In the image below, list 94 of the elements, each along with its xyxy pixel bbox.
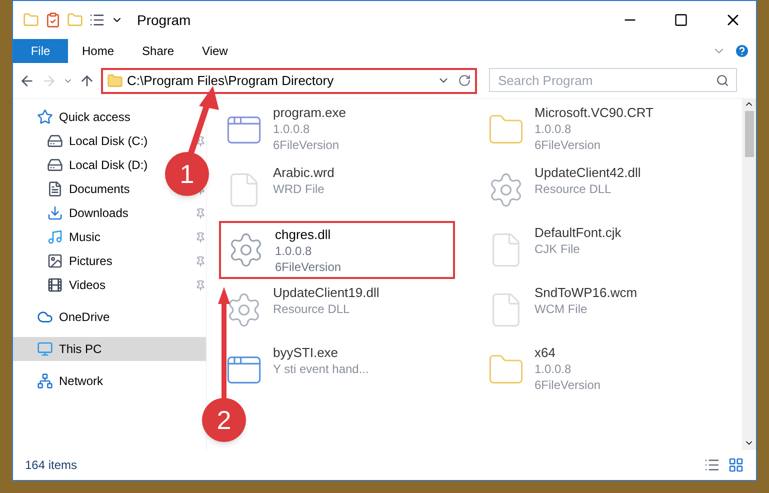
- search-field[interactable]: Search Program: [489, 68, 737, 92]
- cloud-icon: [37, 309, 53, 325]
- pin-icon: [195, 208, 206, 218]
- file-detail: 6FileVersion: [273, 137, 340, 153]
- folder-icon: [107, 72, 123, 88]
- address-bar[interactable]: C:\Program Files\Program Directory: [101, 68, 477, 94]
- file-name: DefaultFont.cjk: [534, 225, 622, 241]
- file-name: SndToWP16.wcm: [534, 285, 638, 301]
- maximize-icon[interactable]: [674, 13, 688, 27]
- nav-item[interactable]: This PC: [13, 337, 206, 361]
- nav-item[interactable]: Pictures: [13, 249, 163, 273]
- nav-label: Videos: [69, 277, 106, 294]
- file-detail: 6FileVersion: [275, 259, 342, 275]
- pin-icon: [195, 232, 206, 242]
- details-view-icon[interactable]: [704, 457, 720, 473]
- nav-item[interactable]: Network: [13, 369, 206, 393]
- music-note-icon: [47, 229, 63, 245]
- file-detail: 6FileVersion: [534, 377, 601, 393]
- nav-label: Quick access: [59, 109, 130, 126]
- file-name: chgres.dll: [275, 227, 332, 243]
- tiles-view-icon[interactable]: [728, 457, 744, 473]
- back-icon[interactable]: [19, 72, 35, 88]
- nav-label: OneDrive: [59, 309, 110, 326]
- search-icon: [716, 74, 729, 88]
- pin-icon: [195, 136, 206, 146]
- file-detail: 1.0.0.8: [534, 121, 572, 137]
- drive-icon: [47, 133, 63, 149]
- file-detail: 1.0.0.8: [273, 121, 311, 137]
- drive-icon: [47, 157, 63, 173]
- file-name: UpdateClient42.dll: [534, 165, 641, 181]
- file-item[interactable]: byySTI.exe Y sti event hand...: [219, 341, 455, 399]
- up-icon[interactable]: [79, 72, 95, 88]
- file-name: Microsoft.VC90.CRT: [534, 105, 654, 121]
- nav-item[interactable]: Documents: [13, 177, 163, 201]
- nav-item[interactable]: Local Disk (D:): [13, 153, 163, 177]
- network-icon: [37, 373, 53, 389]
- file-name: Arabic.wrd: [273, 165, 334, 181]
- file-item[interactable]: program.exe 1.0.0.8 6FileVersion: [219, 101, 455, 159]
- nav-item[interactable]: Downloads: [13, 201, 163, 225]
- file-name: byySTI.exe: [273, 345, 340, 361]
- file-detail: Resource DLL: [273, 301, 351, 317]
- nav-label: Pictures: [69, 253, 112, 270]
- star-icon: [37, 109, 53, 125]
- file-item[interactable]: chgres.dll 1.0.0.8 6FileVersion: [219, 221, 455, 279]
- file-item[interactable]: UpdateClient42.dll Resource DLL: [480, 161, 716, 219]
- download-icon: [47, 205, 63, 221]
- file-name: program.exe: [273, 105, 346, 121]
- scroll-thumb[interactable]: [744, 111, 754, 157]
- scrollbar[interactable]: [742, 99, 756, 450]
- file-detail: 1.0.0.8: [275, 243, 313, 259]
- nav-item[interactable]: Videos: [13, 273, 163, 297]
- nav-label: Local Disk (D:): [69, 157, 148, 174]
- pin-icon: [195, 256, 206, 266]
- nav-label: Documents: [69, 181, 130, 198]
- ribbon-tab[interactable]: Home: [68, 39, 128, 63]
- document-icon: [47, 181, 63, 197]
- file-detail: 1.0.0.8: [534, 361, 572, 377]
- status-item-count: 164 items: [25, 457, 78, 474]
- nav-label: Downloads: [69, 205, 128, 222]
- file-detail: CJK File: [534, 241, 581, 257]
- file-detail: WRD File: [273, 181, 326, 197]
- file-name: UpdateClient19.dll: [273, 285, 380, 301]
- file-item[interactable]: SndToWP16.wcm WCM File: [480, 281, 716, 339]
- file-item[interactable]: Arabic.wrd WRD File: [219, 161, 455, 219]
- file-item[interactable]: DefaultFont.cjk CJK File: [480, 221, 716, 279]
- nav-item[interactable]: Music: [13, 225, 163, 249]
- refresh-icon[interactable]: [458, 74, 471, 87]
- file-item[interactable]: x64 1.0.0.8 6FileVersion: [480, 341, 716, 399]
- ribbon-tab[interactable]: View: [188, 39, 242, 63]
- ribbon-tab[interactable]: File: [13, 39, 68, 63]
- nav-label: Music: [69, 229, 100, 246]
- nav-label: Local Disk (C:): [69, 133, 148, 150]
- list-icon[interactable]: [89, 12, 105, 28]
- picture-icon: [47, 253, 63, 269]
- nav-label: This PC: [59, 341, 102, 358]
- film-icon: [47, 277, 63, 293]
- monitor-icon: [37, 341, 53, 357]
- file-detail: WCM File: [534, 301, 588, 317]
- file-detail: Y sti event hand...: [273, 361, 369, 377]
- file-item[interactable]: UpdateClient19.dll Resource DLL: [219, 281, 455, 339]
- help-icon[interactable]: [734, 43, 750, 59]
- file-detail: 6FileVersion: [534, 137, 602, 153]
- nav-label: Network: [59, 373, 104, 390]
- window-title: Program: [137, 10, 191, 30]
- properties-icon[interactable]: [45, 12, 61, 28]
- address-path: C:\Program Files\Program Directory: [127, 72, 335, 90]
- file-item[interactable]: Microsoft.VC90.CRT 1.0.0.8 6FileVersion: [480, 101, 716, 159]
- ribbon-tab[interactable]: Share: [128, 39, 188, 63]
- nav-item[interactable]: OneDrive: [13, 305, 206, 329]
- nav-item[interactable]: Local Disk (C:): [13, 129, 163, 153]
- file-name: x64: [534, 345, 556, 361]
- file-detail: Resource DLL: [534, 181, 612, 197]
- pin-icon: [195, 280, 206, 290]
- nav-item[interactable]: Quick access: [13, 105, 206, 129]
